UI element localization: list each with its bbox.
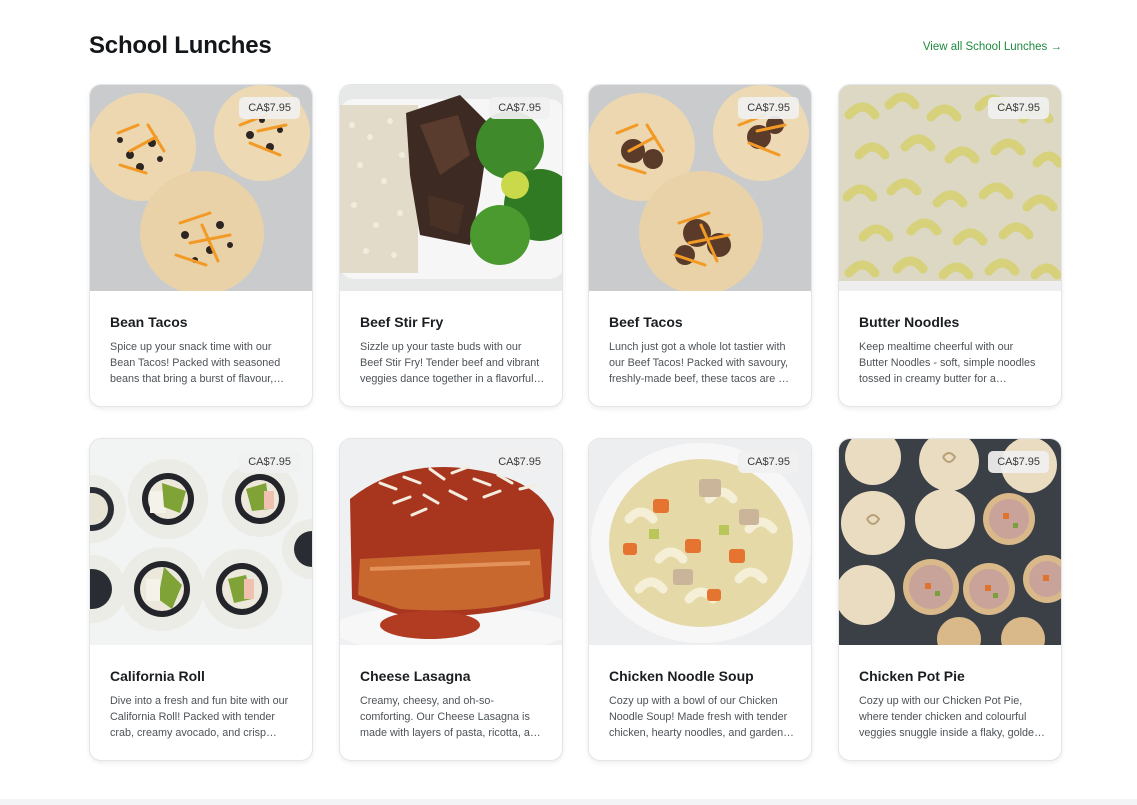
product-description: Cozy up with our Chicken Pot Pie, where …: [859, 695, 1041, 739]
price-badge: CA$7.95: [239, 97, 300, 119]
product-title: Beef Stir Fry: [360, 314, 444, 330]
product-title: Beef Tacos: [609, 314, 683, 330]
price-badge: CA$7.95: [738, 451, 799, 473]
product-title: Bean Tacos: [110, 314, 188, 330]
product-card-chicken-pot-pie[interactable]: CA$7.95 Chicken Pot Pie Cozy up with our…: [838, 438, 1062, 761]
product-description: Lunch just got a whole lot tastier with …: [609, 341, 789, 385]
product-image: CA$7.95: [90, 85, 312, 291]
price-badge: CA$7.95: [239, 451, 300, 473]
product-description: Sizzle up your taste buds with our Beef …: [360, 341, 540, 385]
product-card-beef-tacos[interactable]: CA$7.95 Beef Tacos Lunch just got a whol…: [588, 84, 812, 407]
product-card-beef-stir-fry[interactable]: CA$7.95 Beef Stir Fry Sizzle up your tas…: [339, 84, 563, 407]
product-description: Keep mealtime cheerful with our Butter N…: [859, 341, 1036, 385]
product-image: CA$7.95: [589, 85, 811, 291]
product-image: CA$7.95: [589, 439, 811, 645]
product-description: Creamy, cheesy, and oh-so-comforting. Ou…: [360, 695, 542, 739]
product-title: Chicken Pot Pie: [859, 668, 965, 684]
product-image: CA$7.95: [90, 439, 312, 645]
product-image: CA$7.95: [839, 85, 1061, 291]
product-image: CA$7.95: [340, 439, 562, 645]
view-all-link[interactable]: View all School Lunches →: [923, 41, 1062, 53]
product-image: CA$7.95: [839, 439, 1061, 645]
product-description: Spice up your snack time with our Bean T…: [110, 341, 281, 385]
product-image: CA$7.95: [340, 85, 562, 291]
product-title: Butter Noodles: [859, 314, 960, 330]
product-card-cheese-lasagna[interactable]: CA$7.95 Cheese Lasagna Creamy, cheesy, a…: [339, 438, 563, 761]
price-badge: CA$7.95: [489, 97, 550, 119]
page-bottom-divider: [0, 799, 1137, 805]
product-card-chicken-noodle-soup[interactable]: CA$7.95 Chicken Noodle Soup Cozy up with…: [588, 438, 812, 761]
section-header: School Lunches View all School Lunches →: [89, 30, 1062, 64]
page-title: School Lunches: [89, 32, 272, 59]
product-card-butter-noodles[interactable]: CA$7.95 Butter Noodles Keep mealtime che…: [838, 84, 1062, 407]
price-badge: CA$7.95: [489, 451, 550, 473]
product-title: California Roll: [110, 668, 205, 684]
product-card-bean-tacos[interactable]: CA$7.95 Bean Tacos Spice up your snack t…: [89, 84, 313, 407]
price-badge: CA$7.95: [738, 97, 799, 119]
product-card-california-roll[interactable]: CA$7.95 California Roll Dive into a fres…: [89, 438, 313, 761]
price-badge: CA$7.95: [988, 451, 1049, 473]
product-title: Chicken Noodle Soup: [609, 668, 754, 684]
product-title: Cheese Lasagna: [360, 668, 471, 684]
product-description: Dive into a fresh and fun bite with our …: [110, 695, 289, 739]
product-description: Cozy up with a bowl of our Chicken Noodl…: [609, 695, 788, 739]
price-badge: CA$7.95: [988, 97, 1049, 119]
